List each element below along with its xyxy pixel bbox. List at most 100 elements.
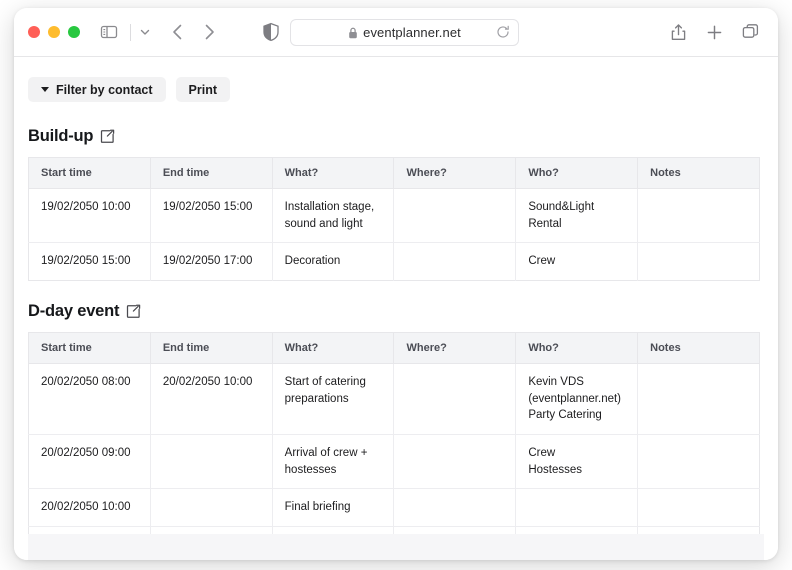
cell-line: Start of catering: [285, 374, 382, 391]
cell-line: hostesses: [285, 462, 382, 479]
reader-view-icon[interactable]: [261, 22, 281, 42]
cell-what[interactable]: Decoration: [272, 243, 394, 281]
cell-end-time[interactable]: [150, 435, 272, 489]
cell-end-time[interactable]: [150, 489, 272, 527]
cell-line: Sound&Light Rental: [528, 199, 625, 232]
address-bar-content: eventplanner.net: [348, 25, 461, 40]
minimize-window-button[interactable]: [48, 26, 60, 38]
column-header-start-time: Start time: [29, 158, 151, 189]
cell-line: Crew: [528, 253, 625, 270]
cell-start-time[interactable]: 20/02/2050 10:00: [29, 489, 151, 527]
print-button[interactable]: Print: [176, 77, 230, 102]
column-header-end-time: End time: [150, 333, 272, 364]
forward-arrow-icon[interactable]: [197, 20, 221, 44]
cell-line: preparations: [285, 391, 382, 408]
toolbar-right-icons: [669, 23, 764, 42]
close-window-button[interactable]: [28, 26, 40, 38]
table-header-row: Start time End time What? Where? Who? No…: [29, 333, 760, 364]
cell-who[interactable]: [516, 489, 638, 527]
cell-where[interactable]: [394, 489, 516, 527]
cell-who[interactable]: Crew: [516, 243, 638, 281]
share-icon[interactable]: [669, 23, 688, 42]
back-arrow-icon[interactable]: [166, 20, 190, 44]
schedule-table-d-day-event: Start time End time What? Where? Who? No…: [28, 332, 760, 560]
lock-icon: [348, 26, 358, 38]
column-header-what: What?: [272, 333, 394, 364]
column-header-who: Who?: [516, 333, 638, 364]
table-body-build-up: 19/02/2050 10:00 19/02/2050 15:00 Instal…: [29, 189, 760, 281]
cell-notes[interactable]: [638, 489, 760, 527]
cell-notes[interactable]: [638, 243, 760, 281]
cell-end-time[interactable]: 20/02/2050 10:00: [150, 364, 272, 435]
column-header-where: Where?: [394, 333, 516, 364]
column-header-notes: Notes: [638, 333, 760, 364]
cell-line: Party Catering: [528, 407, 625, 424]
cell-notes[interactable]: [638, 364, 760, 435]
cell-where[interactable]: [394, 364, 516, 435]
column-header-who: Who?: [516, 158, 638, 189]
column-header-start-time: Start time: [29, 333, 151, 364]
cell-start-time[interactable]: 20/02/2050 08:00: [29, 364, 151, 435]
address-bar[interactable]: eventplanner.net: [290, 19, 519, 46]
cell-line: Kevin VDS: [528, 374, 625, 391]
table-row[interactable]: 20/02/2050 09:00 Arrival of crew + hoste…: [29, 435, 760, 489]
window-controls: [28, 26, 80, 38]
cell-line: Crew: [528, 445, 625, 462]
filter-by-contact-button[interactable]: Filter by contact: [28, 77, 166, 102]
sidebar-toggle-icon[interactable]: [99, 22, 119, 42]
cell-notes[interactable]: [638, 189, 760, 243]
chevron-down-icon: [41, 87, 49, 92]
cell-line: (eventplanner.net): [528, 391, 625, 408]
cell-what[interactable]: Arrival of crew + hostesses: [272, 435, 394, 489]
cell-who[interactable]: Crew Hostesses: [516, 435, 638, 489]
cell-line: Final briefing: [285, 499, 382, 516]
section-title-text: Build-up: [28, 127, 93, 146]
table-row[interactable]: 19/02/2050 10:00 19/02/2050 15:00 Instal…: [29, 189, 760, 243]
cell-line: Arrival of crew +: [285, 445, 382, 462]
cell-who[interactable]: Sound&Light Rental: [516, 189, 638, 243]
toolbar-divider: [130, 24, 131, 41]
cell-start-time[interactable]: 19/02/2050 15:00: [29, 243, 151, 281]
cell-start-time[interactable]: 19/02/2050 10:00: [29, 189, 151, 243]
table-header-build-up: Start time End time What? Where? Who? No…: [29, 158, 760, 189]
cell-where[interactable]: [394, 243, 516, 281]
cell-line: sound and light: [285, 216, 382, 233]
cell-end-time[interactable]: 19/02/2050 17:00: [150, 243, 272, 281]
cell-where[interactable]: [394, 435, 516, 489]
page-footer-strip: [28, 534, 764, 560]
cell-start-time[interactable]: 20/02/2050 09:00: [29, 435, 151, 489]
tab-overview-icon[interactable]: [741, 23, 760, 42]
section-title-text: D-day event: [28, 302, 119, 321]
table-header-d-day-event: Start time End time What? Where? Who? No…: [29, 333, 760, 364]
cell-line: Hostesses: [528, 462, 625, 479]
column-header-what: What?: [272, 158, 394, 189]
cell-line: Decoration: [285, 253, 382, 270]
column-header-end-time: End time: [150, 158, 272, 189]
cell-end-time[interactable]: 19/02/2050 15:00: [150, 189, 272, 243]
table-header-row: Start time End time What? Where? Who? No…: [29, 158, 760, 189]
browser-toolbar: eventplanner.net: [14, 8, 778, 57]
table-row[interactable]: 19/02/2050 15:00 19/02/2050 17:00 Decora…: [29, 243, 760, 281]
filter-by-contact-label: Filter by contact: [56, 83, 153, 97]
plus-icon[interactable]: [705, 23, 724, 42]
cell-who[interactable]: Kevin VDS (eventplanner.net) Party Cater…: [516, 364, 638, 435]
edit-icon[interactable]: [126, 304, 141, 319]
cell-notes[interactable]: [638, 435, 760, 489]
section-heading-d-day-event: D-day event: [28, 302, 764, 321]
cell-what[interactable]: Start of catering preparations: [272, 364, 394, 435]
print-label: Print: [189, 83, 217, 97]
chevron-down-icon[interactable]: [138, 25, 152, 39]
cell-what[interactable]: Final briefing: [272, 489, 394, 527]
browser-window: eventplanner.net: [14, 8, 778, 560]
table-body-d-day-event: 20/02/2050 08:00 20/02/2050 10:00 Start …: [29, 364, 760, 560]
column-header-notes: Notes: [638, 158, 760, 189]
cell-where[interactable]: [394, 189, 516, 243]
edit-icon[interactable]: [100, 129, 115, 144]
section-heading-build-up: Build-up: [28, 127, 764, 146]
table-row[interactable]: 20/02/2050 10:00 Final briefing: [29, 489, 760, 527]
table-row[interactable]: 20/02/2050 08:00 20/02/2050 10:00 Start …: [29, 364, 760, 435]
reload-icon[interactable]: [496, 25, 510, 39]
cell-what[interactable]: Installation stage, sound and light: [272, 189, 394, 243]
maximize-window-button[interactable]: [68, 26, 80, 38]
cell-line: Installation stage,: [285, 199, 382, 216]
